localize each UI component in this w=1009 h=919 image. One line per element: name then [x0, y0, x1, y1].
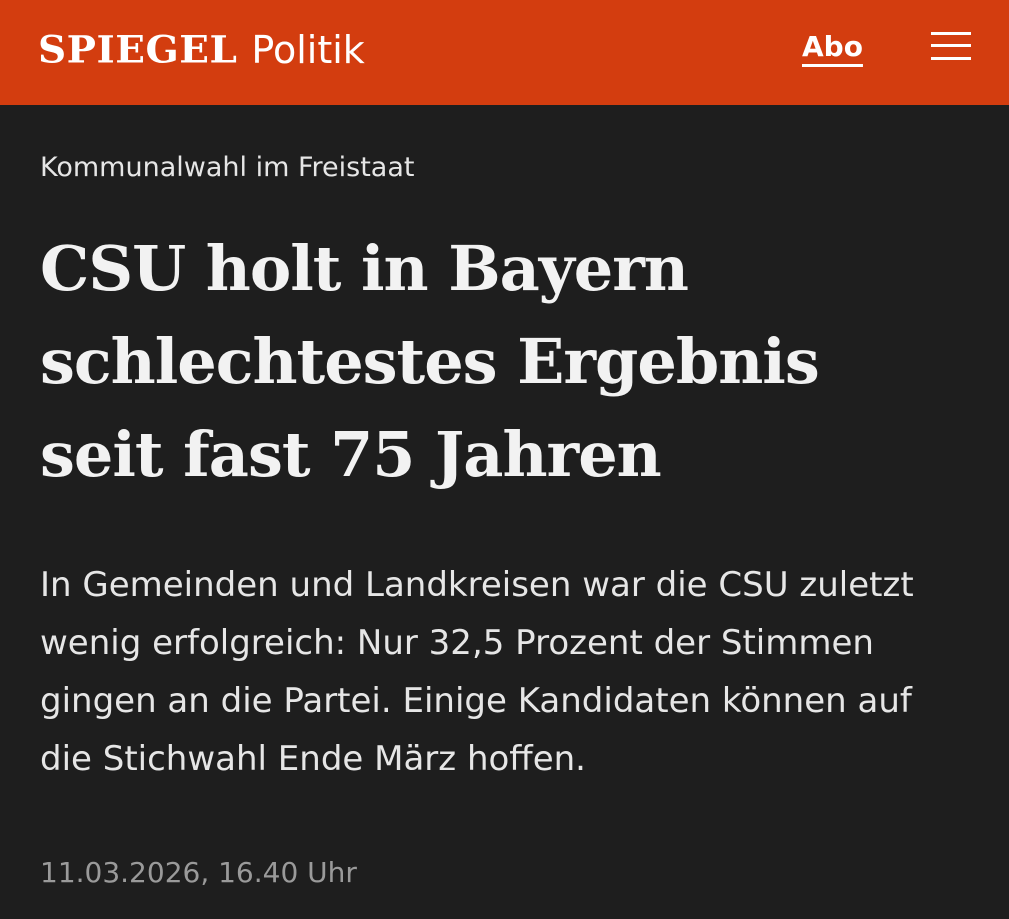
article-kicker: Kommunalwahl im Freistaat [40, 152, 415, 183]
article-teaser: In Gemeinden und Landkreisen war die CSU… [40, 565, 914, 779]
article-headline: CSU holt in Bayern schlechtestes Ergebni… [40, 232, 820, 491]
menu-line [931, 57, 971, 60]
abo-link[interactable]: Abo [802, 30, 863, 64]
menu-line [931, 32, 971, 35]
hamburger-menu-icon[interactable] [931, 30, 971, 62]
spiegel-logo[interactable]: SPIEGEL [38, 31, 237, 68]
article-date: 11.03.2026, 16.40 Uhr [40, 856, 357, 889]
section-title[interactable]: Politik [251, 31, 364, 69]
brand: SPIEGEL Politik [38, 24, 365, 76]
site-header: SPIEGEL Politik Abo [0, 0, 1009, 105]
menu-line [931, 44, 971, 47]
